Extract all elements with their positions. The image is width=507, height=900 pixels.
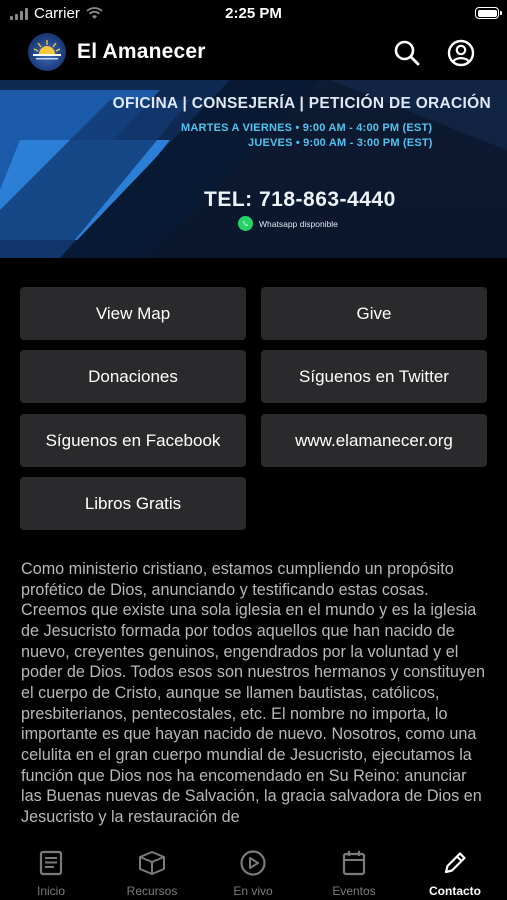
banner-title: OFICINA | CONSEJERÍA | PETICIÓN DE ORACI…: [112, 95, 491, 112]
libros-gratis-button[interactable]: Libros Gratis: [20, 477, 246, 530]
give-button[interactable]: Give: [261, 287, 487, 340]
sunrise-logo-icon: [33, 40, 61, 60]
whatsapp-label: Whatsapp disponible: [259, 218, 338, 229]
tab-label: Eventos: [332, 884, 376, 898]
app-logo: [28, 33, 66, 71]
calendar-icon: [342, 851, 366, 876]
status-time: 2:25 PM: [225, 5, 282, 22]
whatsapp-icon: [238, 216, 253, 231]
tab-inicio[interactable]: Inicio: [1, 842, 101, 900]
tab-label: Recursos: [126, 884, 178, 898]
tab-label: Contacto: [429, 884, 481, 898]
website-button[interactable]: www.elamanecer.org: [261, 414, 487, 467]
tab-recursos[interactable]: Recursos: [102, 842, 202, 900]
tab-label: En vivo: [233, 884, 273, 898]
contact-banner: OFICINA | CONSEJERÍA | PETICIÓN DE ORACI…: [0, 80, 507, 258]
banner-whatsapp: Whatsapp disponible: [238, 216, 338, 231]
tab-eventos[interactable]: Eventos: [304, 842, 404, 900]
search-button[interactable]: [392, 38, 422, 68]
book-icon: [39, 850, 63, 876]
tab-bar: Inicio Recursos En vivo Eventos Contacto: [0, 842, 507, 900]
banner-hours-thursday: JUEVES • 9:00 AM - 3:00 PM (EST): [248, 137, 433, 149]
view-map-button[interactable]: View Map: [20, 287, 246, 340]
banner-phone: TEL: 718-863-4440: [204, 188, 396, 211]
tab-contacto[interactable]: Contacto: [405, 842, 505, 900]
box-icon: [139, 851, 165, 875]
app-header: El Amanecer: [0, 28, 507, 78]
account-button[interactable]: [446, 38, 476, 68]
donaciones-button[interactable]: Donaciones: [20, 350, 246, 403]
tab-en-vivo[interactable]: En vivo: [203, 842, 303, 900]
play-circle-icon: [240, 850, 266, 876]
search-icon: [394, 40, 420, 66]
tab-label: Inicio: [36, 884, 65, 898]
status-bar: Carrier 2:25 PM: [0, 0, 507, 28]
pencil-icon: [444, 852, 466, 874]
ministry-description: Como ministerio cristiano, estamos cumpl…: [21, 560, 486, 826]
twitter-button[interactable]: Síguenos en Twitter: [261, 350, 487, 403]
banner-hours-weekdays: MARTES A VIERNES • 9:00 AM - 4:00 PM (ES…: [181, 122, 433, 134]
user-circle-icon: [447, 39, 475, 67]
facebook-button[interactable]: Síguenos en Facebook: [20, 414, 246, 467]
app-title: El Amanecer: [77, 40, 206, 63]
battery-icon: [475, 7, 502, 19]
